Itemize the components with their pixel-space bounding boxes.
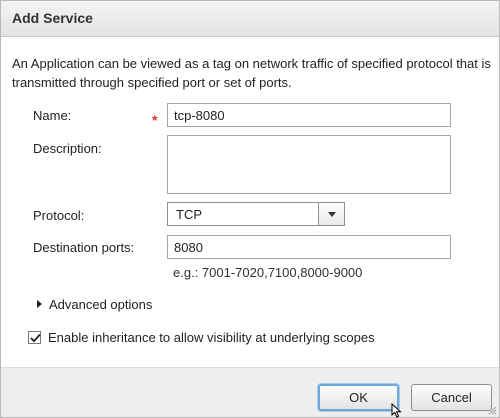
protocol-selected-value: TCP: [176, 207, 202, 222]
resize-grip-icon[interactable]: [487, 405, 497, 415]
protocol-select[interactable]: TCP: [167, 202, 345, 226]
name-label: Name:: [33, 108, 72, 123]
required-indicator: *: [152, 112, 158, 128]
advanced-options-label: Advanced options: [49, 296, 153, 312]
chevron-down-icon: [328, 212, 336, 217]
description-label: Description:: [33, 141, 102, 156]
protocol-dropdown-button[interactable]: [318, 203, 344, 225]
dialog-titlebar[interactable]: Add Service: [1, 1, 499, 37]
inheritance-option: Enable inheritance to allow visibility a…: [28, 328, 375, 346]
inheritance-checkbox[interactable]: [28, 330, 41, 344]
cancel-button[interactable]: Cancel: [411, 384, 492, 411]
dialog-title: Add Service: [12, 10, 93, 26]
triangle-right-icon: [37, 300, 42, 308]
destination-ports-input[interactable]: [167, 235, 451, 259]
advanced-options-toggle[interactable]: Advanced options: [37, 295, 152, 313]
destination-ports-label: Destination ports:: [33, 240, 135, 255]
name-input[interactable]: [167, 103, 451, 127]
mouse-cursor-icon: [391, 403, 402, 418]
dialog-description: An Application can be viewed as a tag on…: [12, 56, 491, 90]
destination-ports-hint: e.g.: 7001-7020,7100,8000-9000: [173, 265, 363, 280]
inheritance-label: Enable inheritance to allow visibility a…: [48, 329, 375, 345]
protocol-label: Protocol:: [33, 208, 85, 223]
checkmark-icon: [30, 333, 41, 342]
ok-button[interactable]: OK: [318, 384, 399, 411]
description-textarea[interactable]: [167, 135, 451, 194]
add-service-dialog: Add Service An Application can be viewed…: [0, 0, 500, 418]
